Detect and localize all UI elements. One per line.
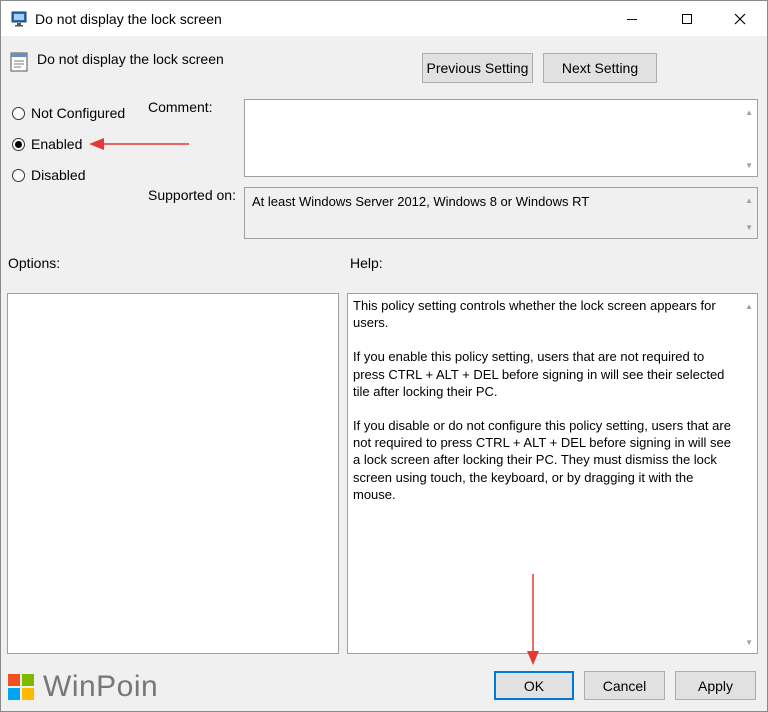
annotation-arrow-icon xyxy=(527,574,539,665)
group-policy-app-icon xyxy=(11,11,27,27)
radio-label: Not Configured xyxy=(31,105,126,121)
supported-on-label: Supported on: xyxy=(148,187,236,203)
supported-on-field: At least Windows Server 2012, Windows 8 … xyxy=(244,187,758,239)
help-paragraph: If you disable or do not configure this … xyxy=(353,418,731,502)
maximize-icon xyxy=(682,13,692,24)
close-button[interactable] xyxy=(717,1,763,36)
minimize-icon xyxy=(627,18,637,20)
radio-label: Disabled xyxy=(31,167,86,183)
cancel-button[interactable]: Cancel xyxy=(584,671,665,700)
scroll-down-arrow-icon[interactable]: ▼ xyxy=(745,223,753,232)
comment-label: Comment: xyxy=(148,99,213,115)
scroll-up-arrow-icon[interactable]: ▲ xyxy=(745,302,753,311)
policy-dialog: Do not display the lock screen Do not di… xyxy=(0,0,768,712)
options-panel xyxy=(7,293,339,654)
radio-circle[interactable] xyxy=(12,106,25,120)
windows-logo-icon xyxy=(8,674,34,700)
scroll-up-arrow-icon[interactable]: ▲ xyxy=(745,196,753,205)
apply-button[interactable]: Apply xyxy=(675,671,756,700)
winpoin-logo-text: WinPoin xyxy=(43,670,159,703)
maximize-button[interactable] xyxy=(664,1,710,36)
window-title: Do not display the lock screen xyxy=(35,11,222,27)
radio-not-configured[interactable]: Not Configured xyxy=(12,105,125,121)
winpoin-logo: WinPoin xyxy=(8,670,158,704)
options-label: Options: xyxy=(8,255,61,271)
close-icon xyxy=(734,13,746,24)
help-label: Help: xyxy=(350,255,383,271)
comment-textarea[interactable]: ▲ ▼ xyxy=(244,99,758,177)
title-bar[interactable]: Do not display the lock screen xyxy=(1,1,767,36)
scroll-up-arrow-icon[interactable]: ▲ xyxy=(745,108,753,117)
help-paragraph: This policy setting controls whether the… xyxy=(353,298,716,331)
minimize-button[interactable] xyxy=(609,1,655,36)
help-text: This policy setting controls whether the… xyxy=(353,297,738,520)
help-paragraph: If you enable this policy setting, users… xyxy=(353,349,725,399)
supported-on-value: At least Windows Server 2012, Windows 8 … xyxy=(252,194,590,209)
ok-button[interactable]: OK xyxy=(494,671,574,700)
radio-disabled[interactable]: Disabled xyxy=(12,167,85,183)
scroll-down-arrow-icon[interactable]: ▼ xyxy=(745,638,753,647)
annotation-arrow-icon xyxy=(89,138,189,150)
next-setting-button[interactable]: Next Setting xyxy=(543,53,657,83)
previous-setting-button[interactable]: Previous Setting xyxy=(422,53,533,83)
scroll-down-arrow-icon[interactable]: ▼ xyxy=(745,161,753,170)
policy-setting-icon xyxy=(10,52,28,72)
radio-label: Enabled xyxy=(31,136,83,152)
radio-circle[interactable] xyxy=(12,137,25,151)
policy-name: Do not display the lock screen xyxy=(37,51,224,67)
radio-circle[interactable] xyxy=(12,168,25,182)
radio-selected-dot xyxy=(15,140,22,148)
radio-enabled[interactable]: Enabled xyxy=(12,136,82,152)
